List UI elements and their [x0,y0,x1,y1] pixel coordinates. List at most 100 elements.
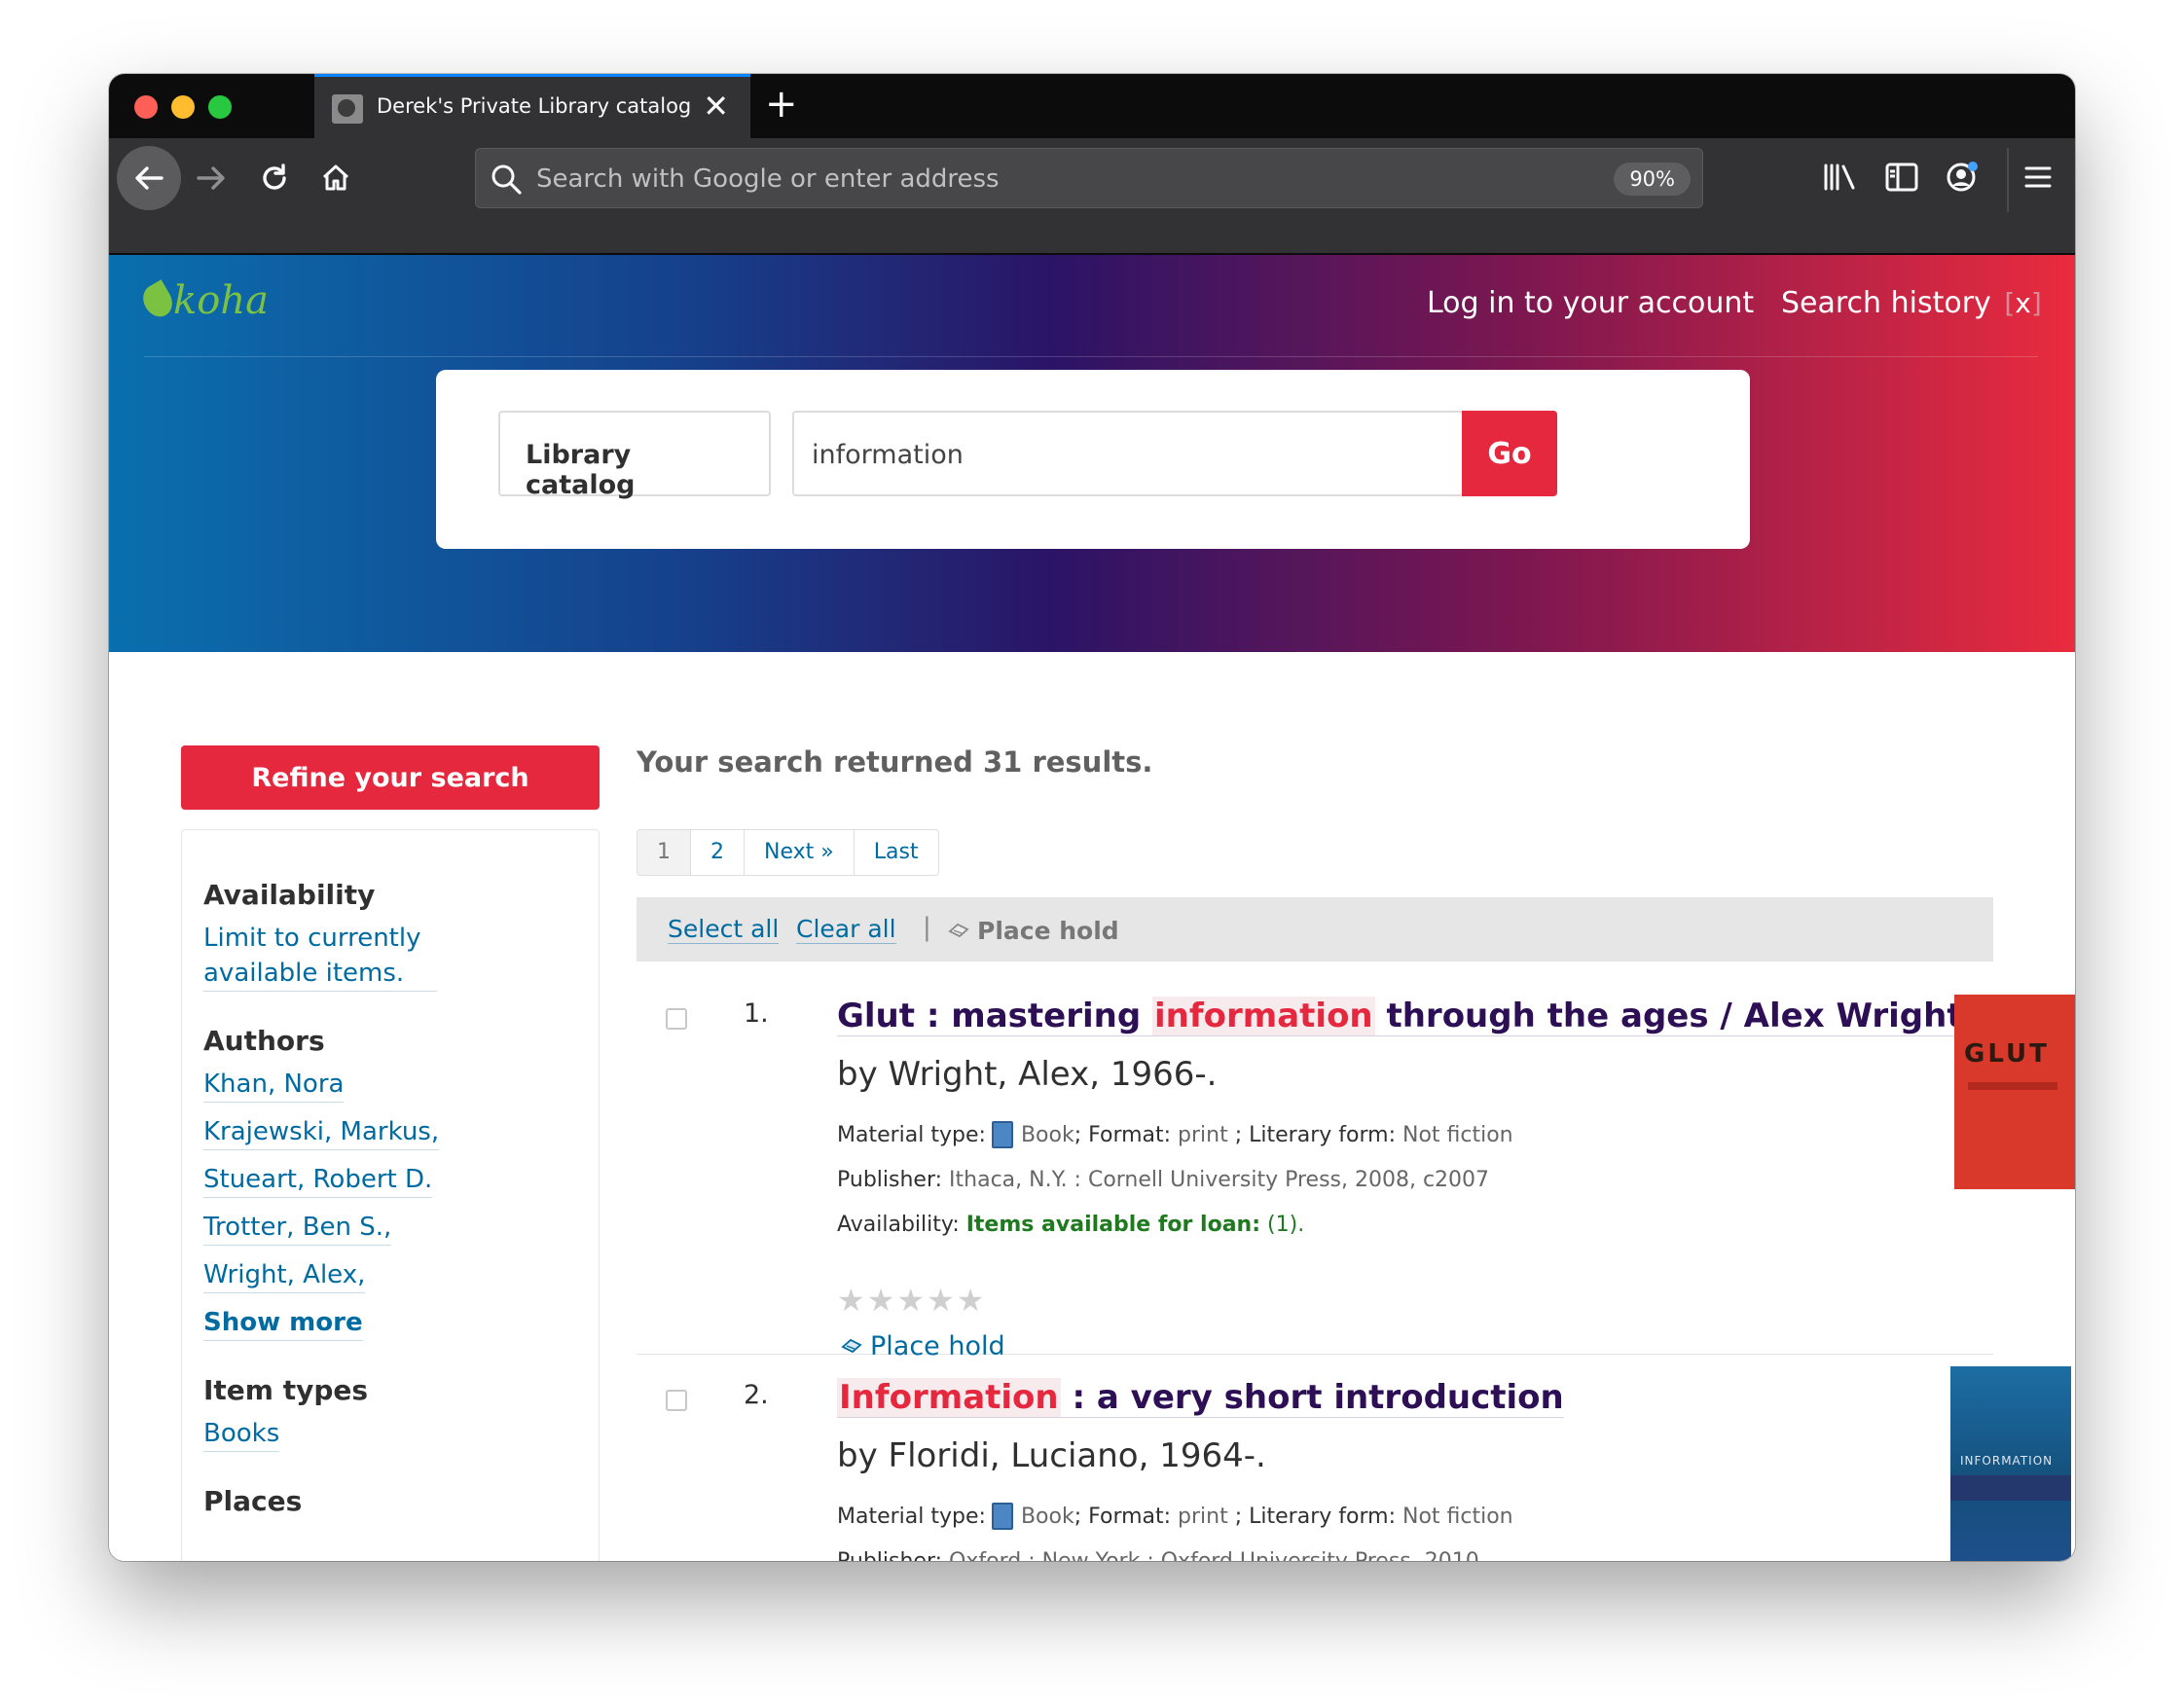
pagination: 1 2 Next » Last [637,829,939,876]
result-checkbox[interactable] [666,1390,687,1411]
format-value: print [1178,1122,1228,1147]
tab-active[interactable]: Derek's Private Library catalog ✕ [314,74,750,138]
clear-all-link[interactable]: Clear all [796,915,896,944]
book-cover-image[interactable]: INFORMATION [1950,1366,2071,1561]
facet-heading: Places [203,1485,303,1517]
material-value: Book [1020,1122,1074,1147]
title-text: Glut : mastering [837,997,1153,1035]
select-all-link[interactable]: Select all [668,915,780,944]
star-icon[interactable]: ★ [867,1285,895,1316]
book-icon [991,1121,1013,1148]
search-scope-select[interactable]: Library catalog [498,411,771,500]
go-button[interactable]: Go [1462,411,1557,496]
result-title-link[interactable]: Glut : mastering information through the… [837,997,1963,1036]
cover-title: INFORMATION [1960,1454,2054,1468]
logo-text: koha [173,278,269,323]
result-checkbox[interactable] [666,1008,687,1030]
results-summary: Your search returned 31 results. [637,745,1153,779]
facet-heading: Item types [203,1374,369,1406]
result-number: 1. [744,998,769,1029]
bracket-open: [ [2004,287,2016,319]
facet-author-link[interactable]: Stueart, Robert D. [203,1162,433,1198]
page-next[interactable]: Next » [745,830,855,875]
star-icon[interactable]: ★ [957,1285,985,1316]
browser-window: Derek's Private Library catalog ✕ + Sear… [109,74,2075,1561]
result-title-link[interactable]: Information : a very short introduction [837,1378,1564,1418]
result-author-link[interactable]: by Wright, Alex, 1966-. [837,1055,1217,1094]
close-window-button[interactable] [134,95,158,119]
address-bar[interactable]: Search with Google or enter address 90% [475,148,1703,208]
tab-title: Derek's Private Library catalog [377,94,692,118]
zoom-level-badge[interactable]: 90% [1614,163,1691,196]
literary-value: Not fiction [1401,1122,1513,1147]
bracket-close: ] [2030,287,2042,319]
literary-value: Not fiction [1401,1504,1513,1529]
minimize-window-button[interactable] [171,95,195,119]
facet-heading: Availability [203,879,376,911]
library-icon[interactable] [1818,156,1861,199]
leaf-icon [137,279,178,322]
zoom-window-button[interactable] [208,95,232,119]
title-highlight: Information [837,1378,1061,1417]
clear-history-button[interactable]: [x] [2004,287,2041,319]
search-input[interactable]: information [792,411,1464,496]
facet-author-link[interactable]: Krajewski, Markus, [203,1114,440,1150]
title-text: : a very short introduction [1060,1378,1564,1417]
back-arrow-icon[interactable] [117,146,181,210]
literary-label: ; Literary form: [1234,1122,1396,1147]
place-hold-label: Place hold [977,917,1119,945]
login-link[interactable]: Log in to your account [1427,286,1754,320]
star-icon[interactable]: ★ [896,1285,925,1316]
show-more-link[interactable]: Show more [203,1305,363,1341]
page-2[interactable]: 2 [691,830,745,875]
availability-line: Availability: Items available for loan: … [837,1213,1304,1237]
publisher-value: Ithaca, N.Y. : Cornell University Press,… [949,1168,1490,1192]
publisher-value: Oxford ; New York : Oxford University Pr… [949,1549,1479,1561]
place-hold-toolbar-button[interactable]: Place hold [948,917,1119,945]
search-history-link[interactable]: Search history [x] [1781,286,2042,320]
page-1[interactable]: 1 [637,830,691,875]
limit-available-link[interactable]: Limit to currently available items. [203,921,437,992]
star-icon[interactable]: ★ [927,1285,955,1316]
material-type-line: Material type: Book ; Format: print ; Li… [837,1503,1513,1530]
home-icon[interactable] [304,146,368,210]
toolbar-separator [2007,148,2009,212]
cover-band [1950,1475,2071,1501]
facets-panel: Availability Limit to currently availabl… [181,829,600,1561]
reload-icon[interactable] [242,146,307,210]
material-value: Book [1020,1504,1074,1529]
star-icon[interactable]: ★ [837,1285,865,1316]
facet-itemtype-link[interactable]: Books [203,1416,280,1452]
place-hold-icon [948,917,969,945]
material-label: Material type: [837,1122,986,1147]
page-last[interactable]: Last [855,830,938,875]
tab-close-icon[interactable]: ✕ [703,89,729,124]
address-placeholder: Search with Google or enter address [536,164,1000,194]
forward-arrow-icon[interactable] [179,146,243,210]
publisher-label: Publisher: [837,1168,943,1192]
koha-logo[interactable]: koha [137,278,269,323]
account-icon[interactable] [1941,156,1984,199]
star-rating[interactable]: ★ ★ ★ ★ ★ [837,1285,984,1316]
facet-author-link[interactable]: Wright, Alex, [203,1257,366,1293]
web-page: koha Log in to your account Search histo… [109,255,2075,1561]
facet-author-link[interactable]: Trotter, Ben S., [203,1210,392,1246]
cover-title: GLUT [1964,1039,2050,1069]
sidebar-icon[interactable] [1880,156,1923,199]
facet-item-types: Item types Books [203,1374,577,1464]
hamburger-menu-icon[interactable] [2017,156,2059,199]
facet-author-link[interactable]: Khan, Nora [203,1067,345,1103]
material-type-line: Material type: Book ; Format: print ; Li… [837,1121,1513,1148]
clear-history-x: x [2015,287,2031,319]
new-tab-icon[interactable]: + [765,82,798,127]
facet-places: Places [203,1485,577,1517]
availability-count: (1). [1267,1213,1305,1237]
result-author-link[interactable]: by Floridi, Luciano, 1964-. [837,1436,1266,1475]
masthead: koha Log in to your account Search histo… [109,255,2075,652]
literary-label: ; Literary form: [1234,1504,1396,1529]
book-cover-image[interactable]: GLUT [1954,995,2075,1189]
cover-subtitle-band [1968,1082,2057,1090]
format-value: print [1178,1504,1228,1529]
publisher-line: Publisher: Ithaca, N.Y. : Cornell Univer… [837,1168,1489,1192]
refine-search-button[interactable]: Refine your search [181,745,600,810]
